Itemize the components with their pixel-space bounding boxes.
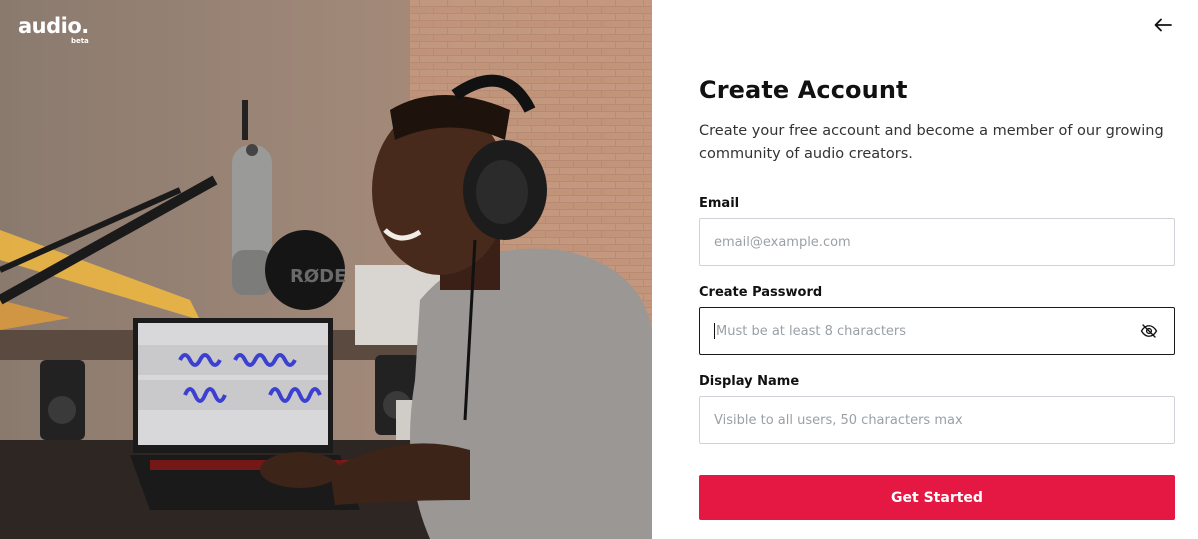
page-subtitle: Create your free account and become a me… <box>699 123 1164 162</box>
password-field-container[interactable] <box>699 307 1175 355</box>
text-caret <box>714 323 715 339</box>
password-field[interactable] <box>716 323 1138 339</box>
eye-off-icon <box>1140 324 1158 338</box>
arrow-left-icon <box>1154 18 1172 32</box>
brand-name: audio. <box>18 14 89 38</box>
email-label: Email <box>699 196 740 211</box>
get-started-button[interactable]: Get Started <box>699 475 1175 520</box>
hero-image: RØDE audio. beta <box>0 0 652 539</box>
email-field-container[interactable] <box>699 218 1175 266</box>
email-field[interactable] <box>714 234 1160 250</box>
toggle-password-button[interactable] <box>1138 320 1160 342</box>
page-title: Create Account <box>699 76 908 104</box>
display-name-label: Display Name <box>699 374 800 389</box>
brand-tag: beta <box>70 37 89 45</box>
back-button[interactable] <box>1150 12 1176 38</box>
password-label: Create Password <box>699 285 823 300</box>
signup-panel: Create Account Create your free account … <box>652 0 1198 539</box>
brand-logo[interactable]: audio. beta <box>18 14 89 45</box>
mic-brand-text: RØDE <box>290 266 346 287</box>
display-name-field-container[interactable] <box>699 396 1175 444</box>
display-name-field[interactable] <box>714 412 1160 428</box>
hero-illustration: RØDE <box>0 0 652 539</box>
